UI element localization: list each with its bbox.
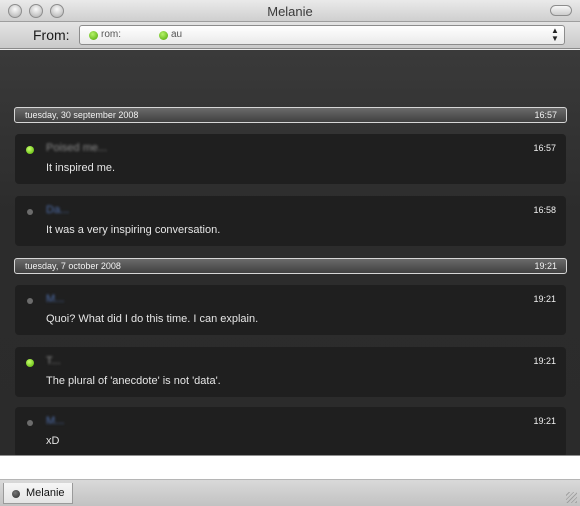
offline-status-icon [27, 420, 33, 426]
resize-grip-icon[interactable] [566, 492, 577, 503]
chat-message: M... 19:21 xD [15, 407, 566, 455]
date-label: tuesday, 30 september 2008 [25, 110, 139, 120]
online-status-icon [159, 31, 168, 40]
chat-message: Poised me... 16:57 It inspired me. [15, 134, 566, 184]
message-text: Quoi? What did I do this time. I can exp… [46, 313, 259, 325]
contact-status-icon [12, 490, 20, 498]
message-text: It inspired me. [46, 162, 116, 174]
message-time: 16:57 [533, 143, 556, 153]
from-toolbar: From: rom: au ▲ ▼ [0, 22, 580, 49]
message-sender: M... [46, 293, 65, 305]
message-input[interactable] [0, 455, 580, 480]
chat-transcript[interactable]: tuesday, 30 september 2008 16:57 Poised … [0, 50, 580, 455]
from-account-name: rom: [101, 29, 121, 40]
message-text: The plural of 'anecdote' is not 'data'. [46, 375, 221, 387]
chat-message: M... 19:21 Quoi? What did I do this time… [15, 285, 566, 335]
chat-message: Da... 16:58 It was a very inspiring conv… [15, 196, 566, 246]
tab-label: Melanie [26, 487, 65, 499]
select-arrows-icon: ▲ ▼ [551, 26, 559, 43]
tab-melanie[interactable]: Melanie [3, 483, 73, 504]
online-status-icon [26, 359, 34, 367]
online-status-icon [26, 146, 34, 154]
message-text: xD [46, 435, 60, 447]
window-title: Melanie [267, 4, 313, 19]
message-time: 16:58 [533, 205, 556, 215]
title-bar: Melanie [0, 0, 580, 22]
from-label: From: [33, 27, 70, 43]
message-sender: M... [46, 415, 65, 427]
date-label: tuesday, 7 october 2008 [25, 261, 121, 271]
toolbar-toggle-button[interactable] [550, 5, 572, 16]
online-status-icon [89, 31, 98, 40]
date-time: 19:21 [534, 261, 557, 271]
message-sender: Da... [46, 204, 70, 216]
chat-message: T... 19:21 The plural of 'anecdote' is n… [15, 347, 566, 397]
message-time: 19:21 [533, 294, 556, 304]
date-separator: tuesday, 7 october 2008 19:21 [14, 258, 567, 274]
message-time: 19:21 [533, 416, 556, 426]
from-account-select[interactable]: rom: au ▲ ▼ [79, 25, 565, 45]
message-sender: T... [46, 355, 61, 367]
message-time: 19:21 [533, 356, 556, 366]
from-account-service: au [171, 29, 183, 40]
message-text: It was a very inspiring conversation. [46, 224, 221, 236]
offline-status-icon [27, 298, 33, 304]
date-time: 16:57 [534, 110, 557, 120]
date-separator: tuesday, 30 september 2008 16:57 [14, 107, 567, 123]
message-sender: Poised me... [46, 142, 108, 154]
tab-bar: Melanie [0, 480, 580, 506]
offline-status-icon [27, 209, 33, 215]
